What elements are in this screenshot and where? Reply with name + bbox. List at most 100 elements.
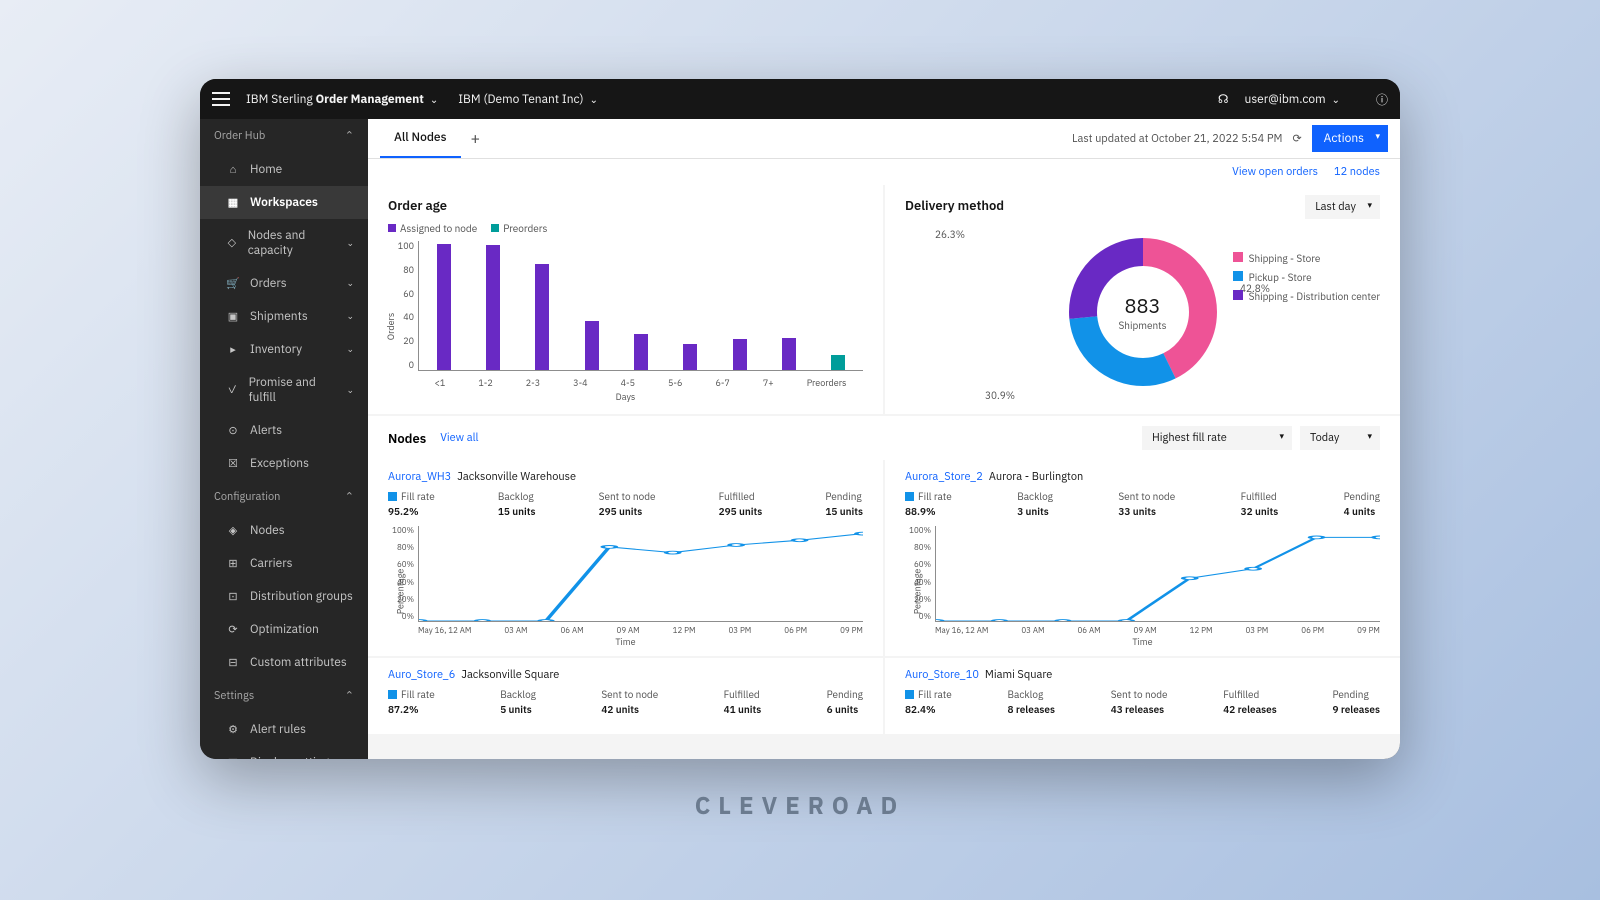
sidebar-item-shipments[interactable]: ▣Shipments⌄ [200,300,368,333]
view-all-link[interactable]: View all [440,431,478,445]
node-count-link[interactable]: 12 nodes [1334,165,1380,179]
fulfilled-value: 32 units [1241,505,1279,518]
fillrate-swatch [905,492,914,501]
bar [486,245,500,370]
chevron-down-icon: ⌄ [590,93,598,106]
chevron-down-icon: ⌄ [1332,93,1340,106]
y-axis-label: Orders [386,313,397,340]
sidebar-item-alerts[interactable]: ⊙Alerts [200,414,368,447]
sidebar-item-label: Optimization [250,622,319,637]
nodes-header: Nodes View all Highest fill rate Today [368,416,1400,460]
bar [782,338,796,370]
sidebar-icon: ⌂ [226,163,240,177]
hamburger-icon[interactable] [212,90,230,108]
shipment-label: Shipments [1118,319,1166,332]
sidebar-item-label: Display settings [250,755,335,759]
tenant-name: IBM (Demo Tenant Inc) [458,92,583,107]
legend-swatch-assigned [388,224,396,232]
sidebar-item-nodes[interactable]: ◈Nodes [200,514,368,547]
sidebar-item-alert-rules[interactable]: ⚙Alert rules [200,713,368,746]
sidebar-icon: ⚙ [226,723,240,737]
add-tab-button[interactable]: + [461,129,491,149]
node-card: Aurora_WH3Jacksonville Warehouse Fill ra… [368,460,883,656]
fillrate-swatch [388,690,397,699]
sidebar-item-orders[interactable]: 🛒Orders⌄ [200,267,368,300]
sidebar-section-config[interactable]: Configuration⌃ [200,480,368,514]
bar [634,334,648,370]
node-code-link[interactable]: Auro_Store_10 [905,668,979,682]
chevron-down-icon: ⌄ [430,93,438,106]
watermark: CLEVEROAD [695,789,906,821]
sidebar-section-orderhub[interactable]: Order Hub⌃ [200,119,368,153]
main-content: All Nodes + Last updated at October 21, … [368,119,1400,759]
app-switcher[interactable]: IBM Sterling Order Management ⌄ [246,92,438,107]
sidebar-icon: ⟳ [226,623,240,637]
sidebar-section-settings[interactable]: Settings⌃ [200,679,368,713]
fillrate-swatch [388,492,397,501]
chevron-down-icon: ⌄ [346,311,354,322]
legend-swatch [1233,290,1243,300]
order-age-panel: Order age Assigned to node Preorders 100… [368,185,883,414]
legend-swatch [1233,252,1243,262]
sidebar-item-carriers[interactable]: ⊞Carriers [200,547,368,580]
sidebar-item-label: Nodes and capacity [248,228,337,258]
legend-label: Shipping - Store [1249,252,1321,265]
tenant-switcher[interactable]: IBM (Demo Tenant Inc) ⌄ [458,92,598,107]
fulfilled-value: 42 releases [1223,703,1277,716]
sidebar-item-workspaces[interactable]: ▦Workspaces [200,186,368,219]
node-code-link[interactable]: Aurora_WH3 [388,470,451,484]
user-email: user@ibm.com [1245,92,1326,107]
x-axis-label: Time [1132,637,1152,648]
refresh-icon[interactable]: ⟳ [1292,132,1301,146]
sort-dropdown[interactable]: Highest fill rate [1142,426,1292,450]
backlog-value: 15 units [498,505,536,518]
sidebar-item-distribution-groups[interactable]: ⊡Distribution groups [200,580,368,613]
actions-button[interactable]: Actions [1312,125,1388,152]
fulfilled-value: 41 units [724,703,762,716]
help-icon[interactable]: ⓘ [1376,91,1388,108]
sidebar-icon: 🛒 [226,277,240,291]
notification-icon[interactable]: ☊ [1218,92,1229,107]
node-card: Auro_Store_10Miami Square Fill rate82.4%… [885,658,1400,734]
sidebar-item-label: Inventory [250,342,302,357]
sidebar-item-custom-attributes[interactable]: ⊟Custom attributes [200,646,368,679]
sent-value: 295 units [599,505,656,518]
panel-title: Order age [388,197,863,214]
node-card: Auro_Store_6Jacksonville Square Fill rat… [368,658,883,734]
node-name-text: Jacksonville Square [461,668,559,682]
bar [683,344,697,370]
delivery-donut-chart: 883 Shipments 26.3% 42.8% 30.9% Shipping… [905,222,1380,402]
app-name-light: IBM Sterling [246,92,316,107]
chevron-up-icon: ⌃ [345,689,354,703]
view-open-orders-link[interactable]: View open orders [1232,165,1318,179]
sidebar-item-inventory[interactable]: ▸Inventory⌄ [200,333,368,366]
chevron-up-icon: ⌃ [345,129,354,143]
app-window: IBM Sterling Order Management ⌄ IBM (Dem… [200,79,1400,759]
legend-label: Shipping - Distribution center [1249,290,1380,303]
sent-value: 42 units [601,703,658,716]
bar [437,244,451,370]
sidebar-icon: ▤ [226,756,240,760]
sidebar-item-home[interactable]: ⌂ Home [200,153,368,186]
delivery-timerange-dropdown[interactable]: Last day [1305,195,1380,219]
sidebar-item-nodes-and-capacity[interactable]: ◇Nodes and capacity⌄ [200,219,368,267]
sidebar-item-promise-and-fulfill[interactable]: ✓Promise and fulfill⌄ [200,366,368,414]
bar [831,355,845,370]
sidebar-icon: ☒ [226,457,240,471]
node-name-text: Miami Square [985,668,1052,682]
fill-rate-value: 88.9% [905,505,952,518]
sidebar-item-optimization[interactable]: ⟳ Optimization [200,613,368,646]
sidebar-item-label: Home [250,162,282,177]
user-menu[interactable]: user@ibm.com ⌄ [1245,92,1340,107]
backlog-value: 3 units [1017,505,1053,518]
node-code-link[interactable]: Auro_Store_6 [388,668,455,682]
sidebar-icon: ⊟ [226,656,240,670]
sidebar-item-label: Nodes [250,523,285,538]
sidebar-item-exceptions[interactable]: ☒Exceptions [200,447,368,480]
x-axis-label: Days [616,392,636,403]
sent-value: 33 units [1118,505,1175,518]
sidebar-item-display-settings[interactable]: ▤ Display settings [200,746,368,759]
time-dropdown[interactable]: Today [1300,426,1380,450]
tab-all-nodes[interactable]: All Nodes [380,119,461,158]
node-code-link[interactable]: Aurora_Store_2 [905,470,983,484]
